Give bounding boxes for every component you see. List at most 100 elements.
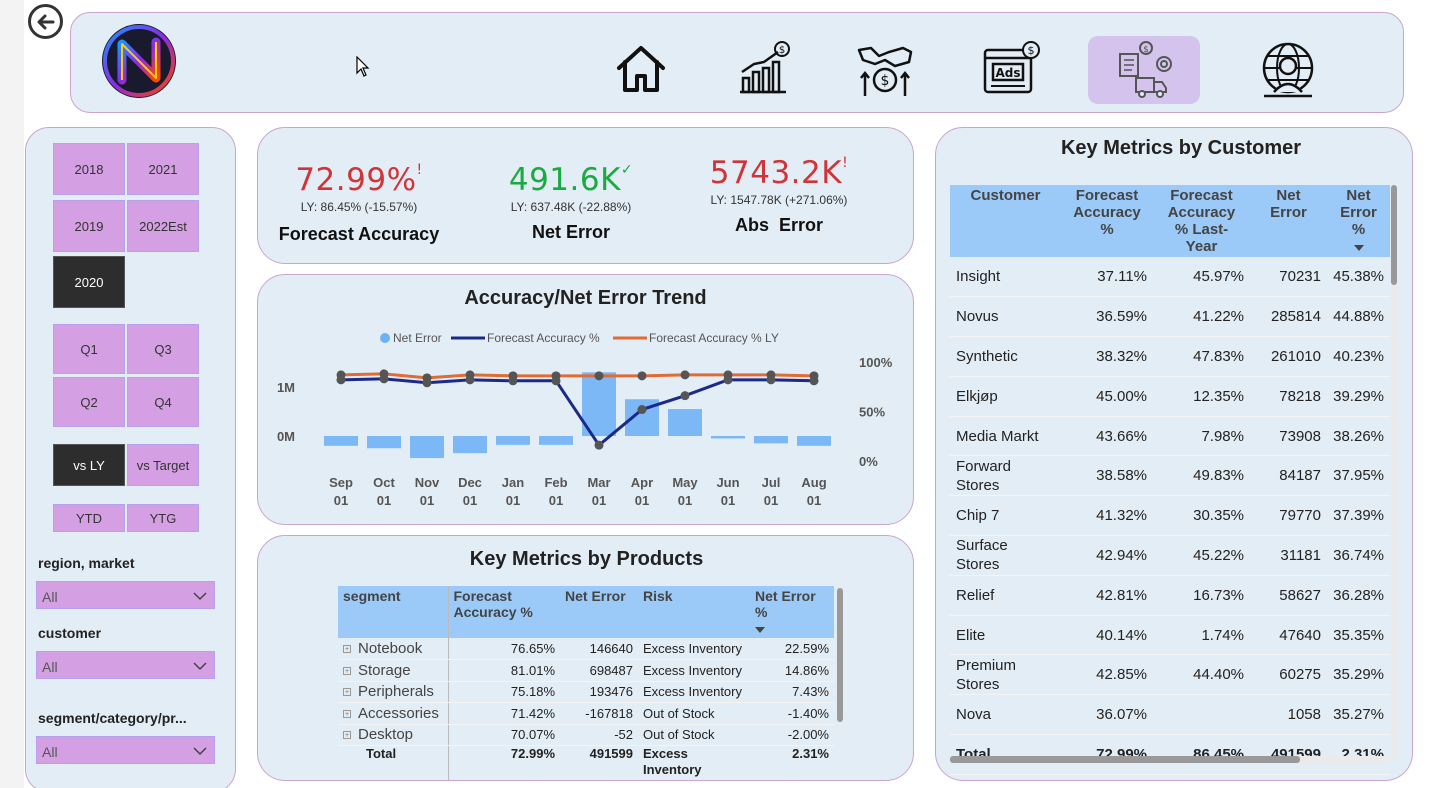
customer-row[interactable]: Forward Stores 38.58% 49.83% 84187 37.95% [950, 455, 1390, 497]
slicer-vs-ly[interactable]: vs LY [53, 444, 125, 486]
region-dropdown[interactable]: All [36, 581, 215, 609]
col-header-net-error-pct[interactable]: Net Error % [750, 586, 834, 638]
sales-growth-icon: $ [740, 41, 790, 94]
col-header-customer[interactable]: Customer [950, 185, 1061, 257]
customer-dropdown[interactable]: All [36, 651, 215, 679]
slicer-2018[interactable]: 2018 [53, 143, 125, 195]
forecast-accuracy-point[interactable] [809, 376, 819, 386]
slicer-q2[interactable]: Q2 [53, 377, 125, 427]
expand-icon[interactable]: + [343, 731, 351, 740]
forecast-accuracy-point[interactable] [508, 376, 518, 386]
x-tick-label-day: 01 [764, 493, 778, 508]
forecast-accuracy-point[interactable] [594, 440, 604, 450]
product-row[interactable]: + Accessories 71.42% -167818 Out of Stock -1.… [338, 702, 834, 725]
slicer-q3[interactable]: Q3 [127, 324, 199, 374]
net-error-bar[interactable] [797, 436, 831, 446]
slicer-q1[interactable]: Q1 [53, 324, 125, 374]
col-header-net-error-pct[interactable]: Net Error % [1327, 185, 1390, 257]
product-total-accuracy: 72.99% [510, 746, 555, 761]
product-segment-name: Storage [358, 661, 411, 679]
customer-row[interactable]: Insight 37.11% 45.97% 70231 45.38% [950, 257, 1390, 298]
product-row[interactable]: + Storage 81.01% 698487 Excess Inventory 14.8… [338, 659, 834, 682]
net-error-bar[interactable] [367, 436, 401, 449]
legend-label: Forecast Accuracy % [487, 331, 600, 345]
x-tick-label-month: Jun [716, 475, 739, 490]
product-segment-name: Desktop [358, 726, 414, 744]
forecast-accuracy-ly-point[interactable] [637, 371, 647, 381]
col-header-forecast-accuracy[interactable]: Forecast Accuracy % [1061, 185, 1153, 257]
product-net-error-pct-cell: 7.43% [750, 681, 834, 703]
forecast-accuracy-point[interactable] [637, 405, 647, 415]
forecast-accuracy-point[interactable] [680, 391, 690, 401]
net-error-bar[interactable] [496, 436, 530, 445]
col-header-net-error[interactable]: Net Error [1250, 185, 1327, 257]
nav-ads-button[interactable]: Ads $ [955, 36, 1067, 104]
nav-sales-growth-button[interactable]: $ [708, 36, 820, 104]
expand-icon[interactable]: + [343, 709, 351, 718]
forecast-accuracy-point[interactable] [766, 375, 776, 385]
forecast-accuracy-point[interactable] [422, 378, 432, 388]
products-scroll-thumb[interactable] [837, 588, 843, 722]
forecast-accuracy-point[interactable] [551, 376, 561, 386]
products-scrollbar[interactable] [837, 588, 843, 722]
customer-row[interactable]: Chip 7 41.32% 30.35% 79770 37.39% [950, 495, 1390, 537]
net-error-bar[interactable] [410, 436, 444, 459]
net-error-bar[interactable] [754, 436, 788, 444]
slicer-2019[interactable]: 2019 [53, 200, 125, 252]
customer-row[interactable]: Relief 42.81% 16.73% 58627 36.28% [950, 575, 1390, 616]
back-button[interactable] [28, 4, 63, 39]
forecast-accuracy-point[interactable] [465, 375, 475, 385]
nav-global-user-button[interactable] [1232, 36, 1344, 104]
product-net-error-pct-cell: 22.59% [750, 638, 834, 660]
slicer-ytg[interactable]: YTG [127, 504, 199, 532]
customer-row[interactable]: Synthetic 38.32% 47.83% 261010 40.23% [950, 336, 1390, 377]
forecast-accuracy-ly-point[interactable] [680, 370, 690, 380]
forecast-accuracy-point[interactable] [379, 374, 389, 384]
customer-row[interactable]: Nova 36.07% 1058 35.27% [950, 694, 1390, 736]
check-icon: ✓ [620, 162, 634, 178]
customers-vscroll-thumb[interactable] [1391, 185, 1397, 285]
slicer-ytd[interactable]: YTD [53, 504, 125, 532]
forecast-accuracy-point[interactable] [336, 375, 346, 385]
slicer-2022est[interactable]: 2022Est [127, 200, 199, 252]
customer-row[interactable]: Media Markt 43.66% 7.98% 73908 38.26% [950, 416, 1390, 457]
slicer-q4[interactable]: Q4 [127, 377, 199, 427]
product-row[interactable]: + Desktop 70.07% -52 Out of Stock -2.00% [338, 724, 834, 746]
customer-row[interactable]: Elkjøp 45.00% 12.35% 78218 39.29% [950, 376, 1390, 417]
col-header-forecast-accuracy-ly[interactable]: Forecast Accuracy % Last-Year [1153, 185, 1250, 257]
nav-supply-chain-button[interactable]: $ [1088, 36, 1200, 104]
segment-dropdown[interactable]: All [36, 736, 215, 764]
customer-row[interactable]: Surface Stores 42.94% 45.22% 31181 36.74% [950, 535, 1390, 576]
col-header-net-error[interactable]: Net Error [560, 586, 638, 638]
net-error-bar[interactable] [539, 436, 573, 445]
forecast-accuracy-ly-point[interactable] [594, 371, 604, 381]
customers-scrollbar-vertical[interactable] [1391, 185, 1397, 757]
net-error-bar[interactable] [453, 436, 487, 454]
col-header-segment[interactable]: segment [338, 586, 449, 638]
nav-home-button[interactable] [587, 36, 699, 104]
customers-table-title: Key Metrics by Customer [1060, 137, 1302, 159]
slicer-2020[interactable]: 2020 [53, 256, 125, 308]
customer-row[interactable]: Novus 36.59% 41.22% 285814 44.88% [950, 296, 1390, 338]
x-tick-label-month: Sep [329, 475, 353, 490]
expand-icon[interactable]: + [343, 688, 351, 697]
forecast-accuracy-point[interactable] [723, 375, 733, 385]
customer-row[interactable]: Premium Stores 42.85% 44.40% 60275 35.29% [950, 654, 1390, 696]
customers-hscroll-thumb[interactable] [950, 756, 1300, 763]
expand-icon[interactable]: + [343, 666, 351, 675]
customer-net-error-cell: 78218 [1250, 376, 1327, 417]
nav-deal-finance-button[interactable]: $ [829, 36, 941, 104]
customers-scrollbar-horizontal[interactable] [950, 756, 1390, 763]
customer-row[interactable]: Elite 40.14% 1.74% 47640 35.35% [950, 615, 1390, 656]
net-error-bar[interactable] [711, 436, 745, 439]
product-accuracy-cell: 76.65% [448, 638, 560, 660]
col-header-accuracy[interactable]: Forecast Accuracy % [448, 586, 560, 638]
expand-icon[interactable]: + [343, 645, 351, 653]
product-row[interactable]: + Peripherals 75.18% 193476 Excess Inventory… [338, 681, 834, 703]
product-row[interactable]: + Notebook 76.65% 146640 Excess Inventory 22.… [338, 638, 834, 660]
slicer-vs-target[interactable]: vs Target [127, 444, 199, 486]
col-header-risk[interactable]: Risk [638, 586, 750, 638]
net-error-bar[interactable] [668, 409, 702, 436]
net-error-bar[interactable] [324, 436, 358, 446]
slicer-2021[interactable]: 2021 [127, 143, 199, 195]
